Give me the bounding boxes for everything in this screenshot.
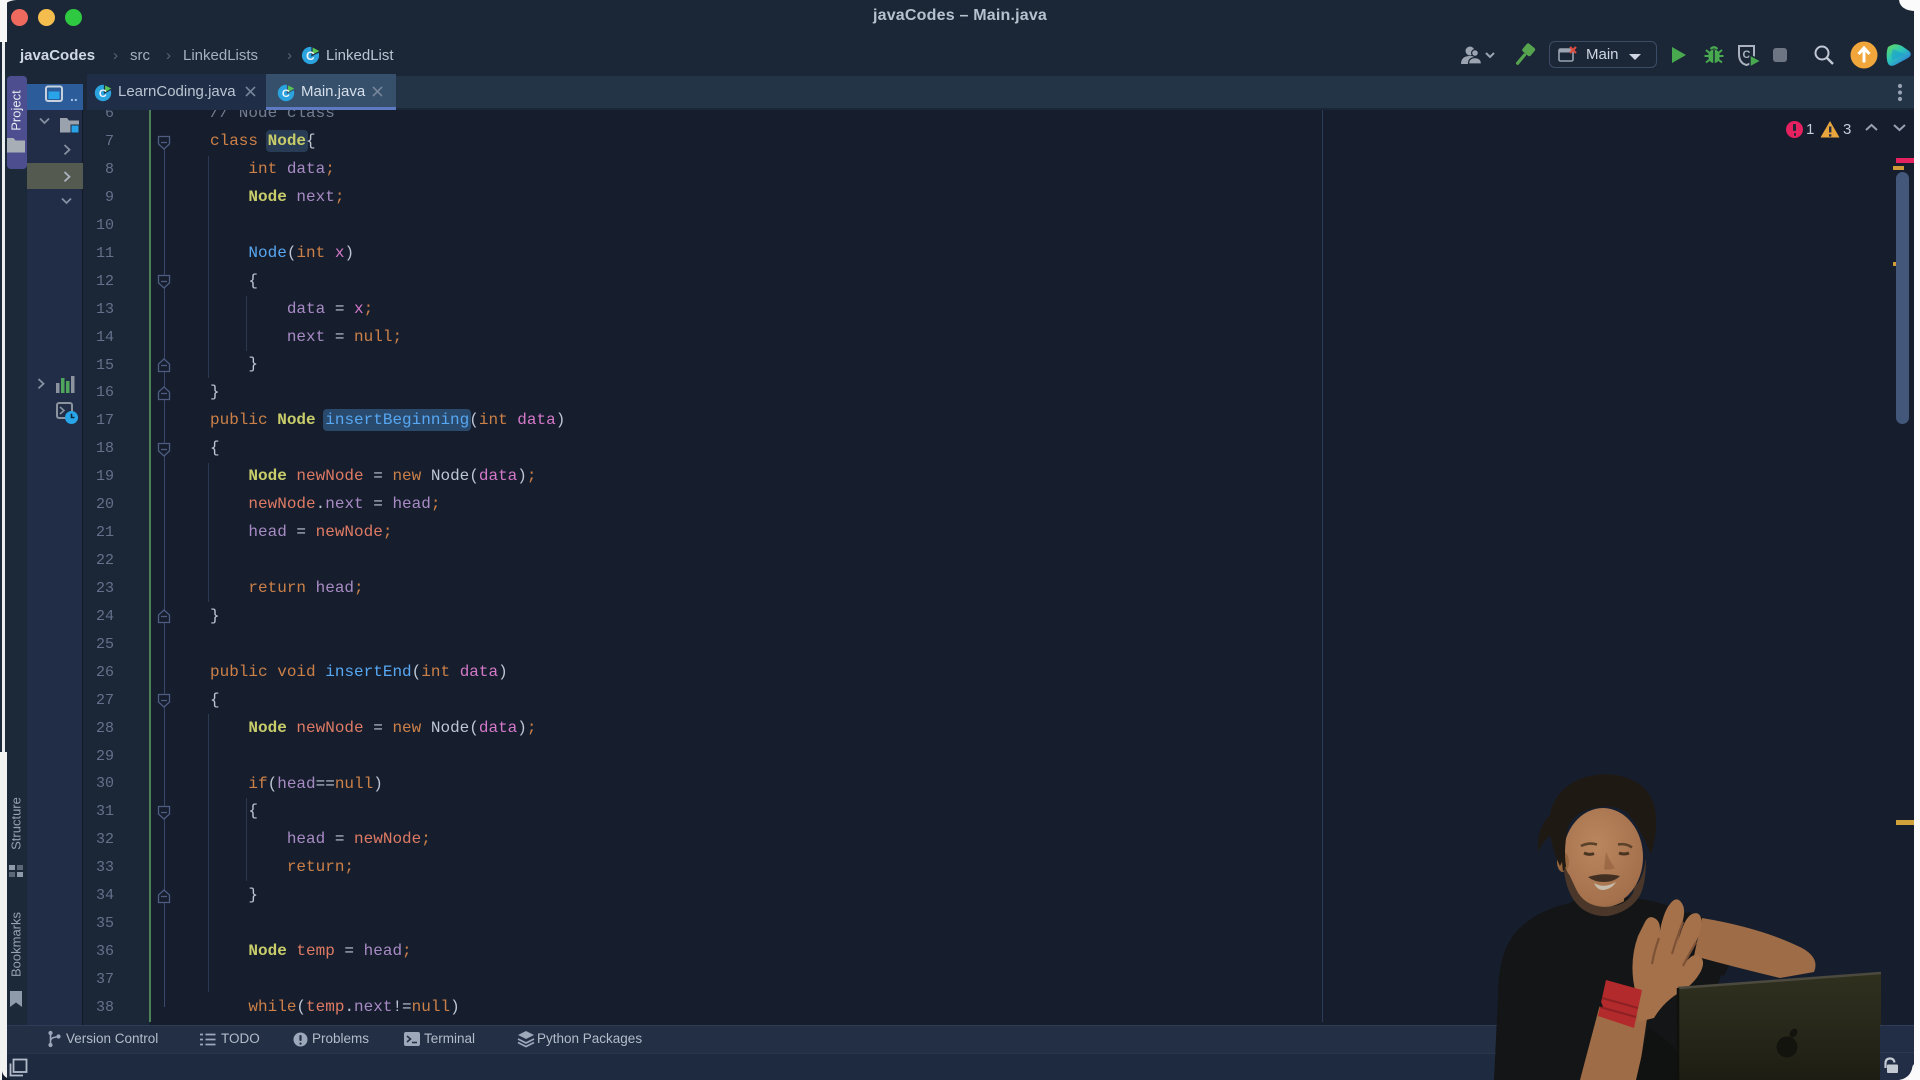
svg-text:C: C [282, 88, 290, 100]
svg-text:C: C [306, 49, 315, 63]
svg-text:C: C [99, 88, 107, 100]
